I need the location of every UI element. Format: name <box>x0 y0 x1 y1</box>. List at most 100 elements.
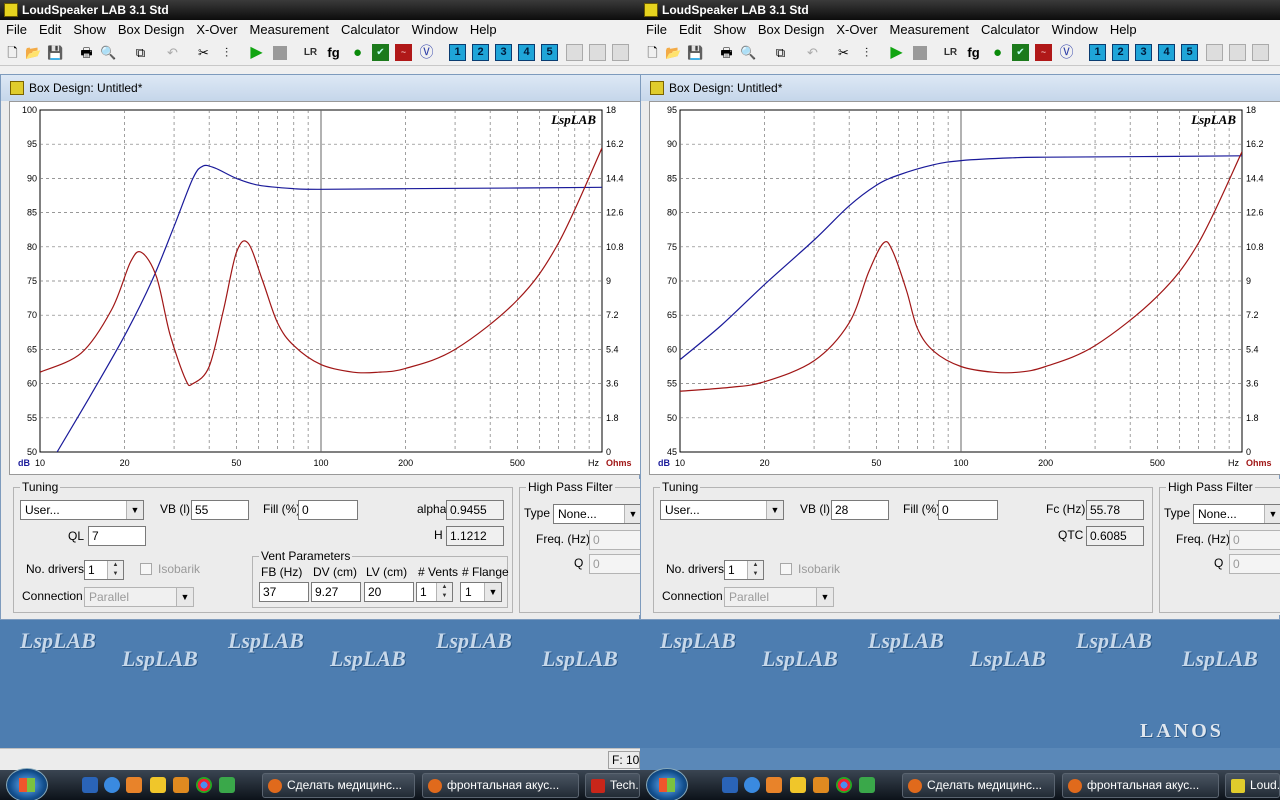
toolbar-blank-button[interactable] <box>612 44 629 61</box>
taskbar-item-loudspeaker-lab[interactable]: Loud... <box>1225 773 1280 798</box>
app-quicklaunch-icon[interactable] <box>813 777 829 793</box>
print-preview-icon[interactable]: 🔍 <box>100 44 117 61</box>
preset-5-button[interactable]: 5 <box>541 44 558 61</box>
graph-red-icon[interactable]: ~ <box>395 44 412 61</box>
lr-icon[interactable]: LR <box>302 44 319 61</box>
menu-file[interactable]: File <box>0 20 33 40</box>
app-quicklaunch-icon[interactable] <box>219 777 235 793</box>
drivers-stepper[interactable]: 1 ▲ ▼ <box>84 560 124 580</box>
print-preview-icon[interactable]: 🔍 <box>740 44 757 61</box>
menu-window[interactable]: Window <box>406 20 464 40</box>
graph-green-icon[interactable]: ✔ <box>372 44 389 61</box>
green-dot-icon[interactable]: ● <box>349 44 366 61</box>
stop-icon[interactable] <box>273 46 287 60</box>
app-quicklaunch-icon[interactable] <box>859 777 875 793</box>
show-desktop-icon[interactable] <box>82 777 98 793</box>
print-icon[interactable]: 🖶 <box>78 44 95 61</box>
fb-input[interactable]: 37 <box>259 582 309 602</box>
response-chart[interactable]: 100 95 90 85 80 75 70 65 60 55 50 18 16.2 14.4 12.6 10.… <box>9 101 640 475</box>
menu-help[interactable]: Help <box>1104 20 1143 40</box>
green-dot-icon[interactable]: ● <box>989 44 1006 61</box>
winamp-icon[interactable] <box>150 777 166 793</box>
stop-icon[interactable] <box>913 46 927 60</box>
hpf-freq-input[interactable]: 0 <box>1229 530 1280 550</box>
toolbar-blank-button[interactable] <box>566 44 583 61</box>
ie-icon[interactable] <box>744 777 760 793</box>
start-button[interactable] <box>646 768 688 800</box>
graph-green-icon[interactable]: ✔ <box>1012 44 1029 61</box>
fill-input[interactable]: 0 <box>938 500 998 520</box>
toolbar-blank-button[interactable] <box>1206 44 1223 61</box>
copy-icon[interactable]: ⧉ <box>772 44 789 61</box>
menu-box-design[interactable]: Box Design <box>112 20 190 40</box>
undo-icon[interactable]: ↶ <box>804 44 821 61</box>
ie-icon[interactable] <box>104 777 120 793</box>
menu-edit[interactable]: Edit <box>33 20 67 40</box>
isobarik-checkbox[interactable] <box>780 563 792 575</box>
menu-calculator[interactable]: Calculator <box>335 20 406 40</box>
fg-icon[interactable]: fg <box>965 44 982 61</box>
toolbar-blank-button[interactable] <box>1229 44 1246 61</box>
winamp-icon[interactable] <box>790 777 806 793</box>
graph-red-icon[interactable]: ~ <box>1035 44 1052 61</box>
connection-select[interactable]: Parallel ▼ <box>724 587 834 607</box>
hpf-type-select[interactable]: None... ▼ <box>1193 504 1280 524</box>
spin-arrows-icon[interactable]: ▲ ▼ <box>436 583 452 601</box>
menu-x-over[interactable]: X-Over <box>830 20 883 40</box>
vents-stepper[interactable]: 1 ▲ ▼ <box>416 582 453 602</box>
undo-icon[interactable]: ↶ <box>164 44 181 61</box>
menu-file[interactable]: File <box>640 20 673 40</box>
show-desktop-icon[interactable] <box>722 777 738 793</box>
print-icon[interactable]: 🖶 <box>718 44 735 61</box>
preset-3-button[interactable]: 3 <box>495 44 512 61</box>
menu-x-over[interactable]: X-Over <box>190 20 243 40</box>
spin-arrows-icon[interactable]: ▲ ▼ <box>747 561 763 579</box>
play-icon[interactable]: ▶ <box>888 44 905 61</box>
chrome-icon[interactable] <box>836 777 852 793</box>
start-button[interactable] <box>6 768 48 800</box>
equalizer-icon[interactable]: ⫶ <box>218 44 235 61</box>
vb-input[interactable]: 55 <box>191 500 249 520</box>
menu-show[interactable]: Show <box>67 20 112 40</box>
hpf-freq-input[interactable]: 0 <box>589 530 640 550</box>
preset-3-button[interactable]: 3 <box>1135 44 1152 61</box>
tools-icon[interactable]: ✂ <box>195 44 212 61</box>
connection-select[interactable]: Parallel ▼ <box>84 587 194 607</box>
hpf-q-input[interactable]: 0 <box>1229 554 1280 574</box>
dv-input[interactable]: 9.27 <box>311 582 361 602</box>
menu-calculator[interactable]: Calculator <box>975 20 1046 40</box>
menu-box-design[interactable]: Box Design <box>752 20 830 40</box>
menu-measurement[interactable]: Measurement <box>884 20 975 40</box>
tools-icon[interactable]: ✂ <box>835 44 852 61</box>
hpf-type-select[interactable]: None... ▼ <box>553 504 640 524</box>
isobarik-checkbox[interactable] <box>140 563 152 575</box>
drivers-stepper[interactable]: 1 ▲ ▼ <box>724 560 764 580</box>
menu-show[interactable]: Show <box>707 20 752 40</box>
toolbar-blank-button[interactable] <box>1252 44 1269 61</box>
open-folder-icon[interactable]: 📂 <box>25 44 42 61</box>
menu-help[interactable]: Help <box>464 20 503 40</box>
toolbar-blank-button[interactable] <box>589 44 606 61</box>
tuning-select[interactable]: User... ▼ <box>660 500 784 520</box>
v-circle-icon[interactable]: Ⓥ <box>1058 44 1075 61</box>
taskbar-item-firefox-2[interactable]: фронтальная акус... <box>422 773 579 798</box>
media-player-icon[interactable] <box>766 777 782 793</box>
new-file-icon[interactable]: 🗋 <box>644 44 661 61</box>
preset-1-button[interactable]: 1 <box>1089 44 1106 61</box>
equalizer-icon[interactable]: ⫶ <box>858 44 875 61</box>
save-icon[interactable]: 💾 <box>47 44 64 61</box>
lv-input[interactable]: 20 <box>364 582 414 602</box>
fg-icon[interactable]: fg <box>325 44 342 61</box>
taskbar-item-pdf[interactable]: Tech... <box>585 773 640 798</box>
ql-input[interactable]: 7 <box>88 526 146 546</box>
v-circle-icon[interactable]: Ⓥ <box>418 44 435 61</box>
chart-svg[interactable]: 100959085807570656055501816.214.412.610.… <box>10 102 640 474</box>
copy-icon[interactable]: ⧉ <box>132 44 149 61</box>
menu-window[interactable]: Window <box>1046 20 1104 40</box>
play-icon[interactable]: ▶ <box>248 44 265 61</box>
chart-svg[interactable]: 95908580757065605550451816.214.412.610.8… <box>650 102 1280 474</box>
preset-4-button[interactable]: 4 <box>1158 44 1175 61</box>
app-quicklaunch-icon[interactable] <box>173 777 189 793</box>
preset-2-button[interactable]: 2 <box>472 44 489 61</box>
response-chart[interactable]: 95 90 85 80 75 70 65 60 55 50 45 18 16.2 14.4 12.6 10.8… <box>649 101 1280 475</box>
